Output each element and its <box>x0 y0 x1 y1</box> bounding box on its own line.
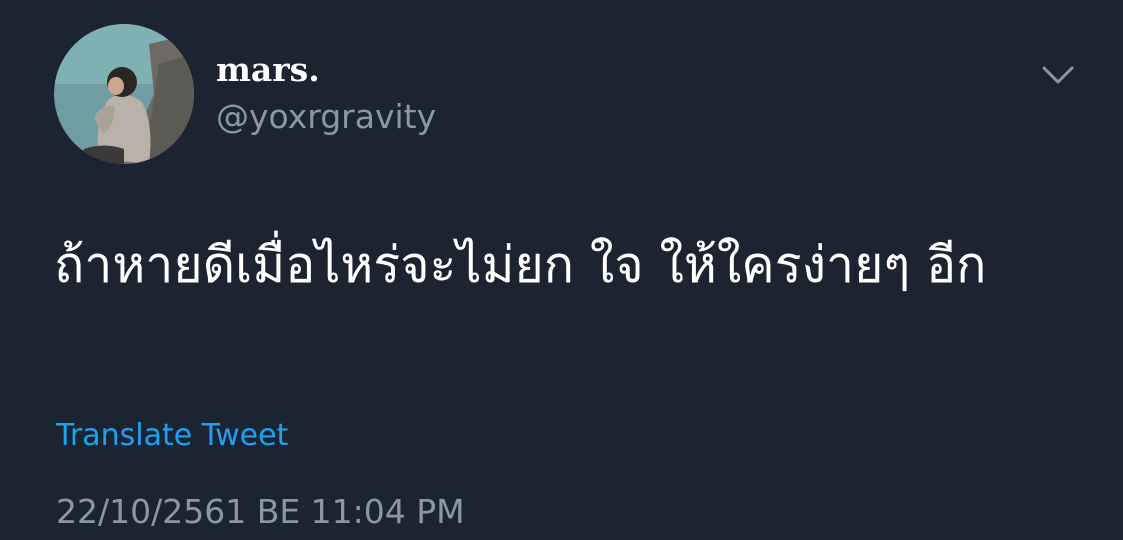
avatar[interactable] <box>54 24 194 164</box>
chevron-down-icon <box>1042 66 1074 84</box>
author-handle[interactable]: @yoxrgravity <box>216 96 436 138</box>
tweet-menu-button[interactable] <box>1038 60 1078 90</box>
tweet-timestamp[interactable]: 22/10/2561 BE 11:04 PM <box>56 490 465 534</box>
author-display-name[interactable]: mars. <box>216 50 320 90</box>
tweet-card: mars. @yoxrgravity ถ้าหายดีเมื่อไหร่จะไม… <box>0 0 1123 540</box>
tweet-text: ถ้าหายดีเมื่อไหร่จะไม่ยก ใจ ให้ใครง่ายๆ … <box>54 236 987 294</box>
translate-tweet-link[interactable]: Translate Tweet <box>56 416 288 456</box>
avatar-photo-icon <box>54 24 194 164</box>
